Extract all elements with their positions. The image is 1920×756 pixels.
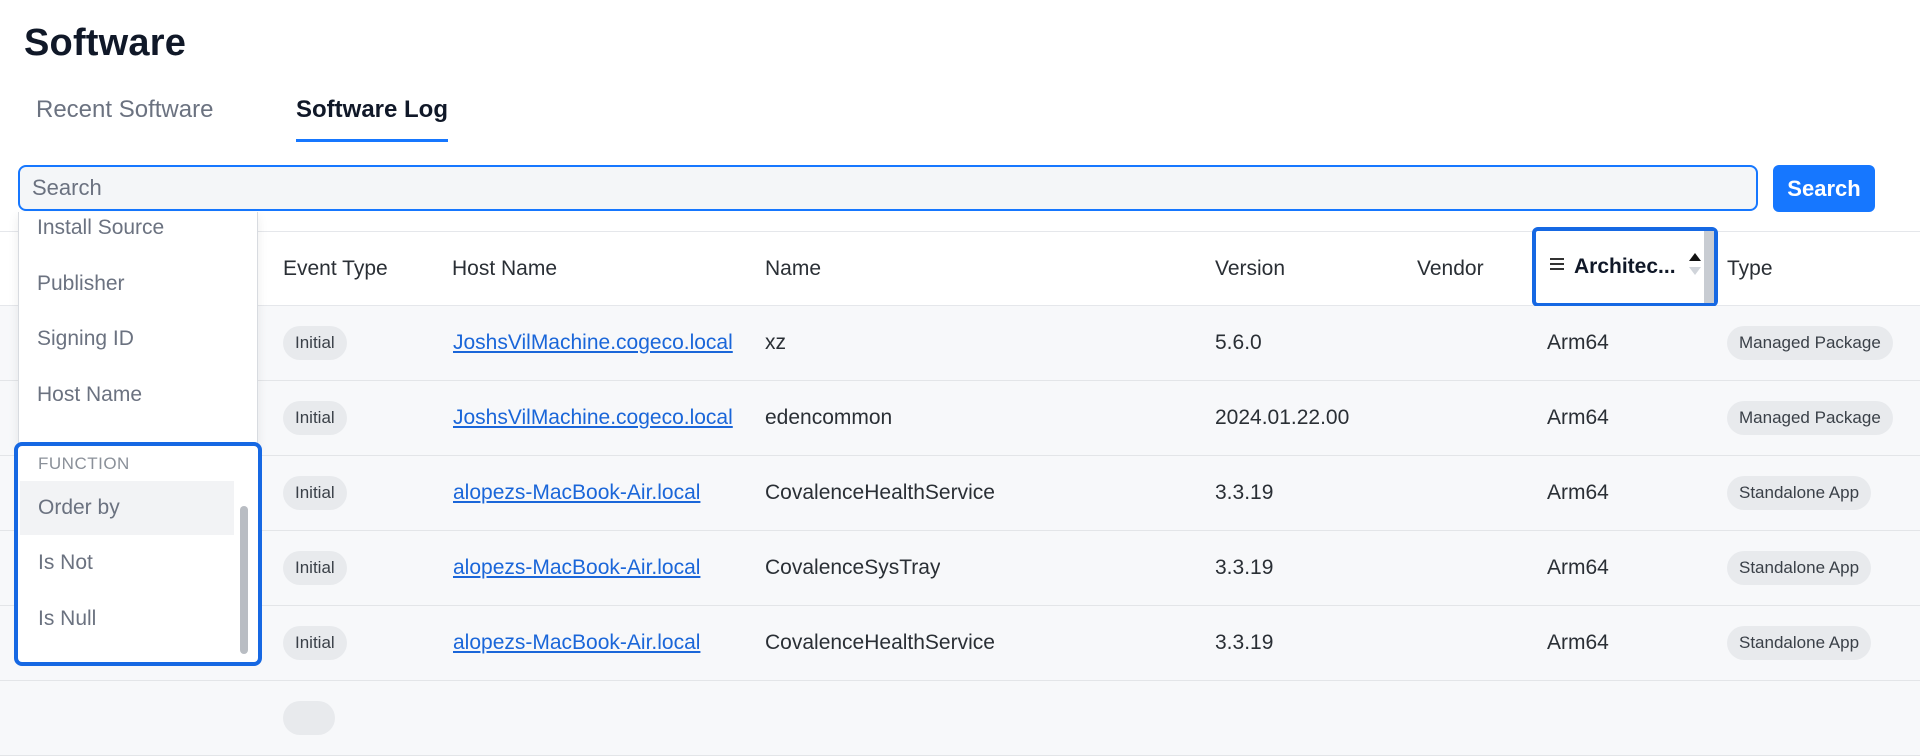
function-item-is-null[interactable]: Is Null bbox=[20, 592, 234, 646]
event-type-badge bbox=[283, 701, 335, 735]
column-header-host-name[interactable]: Host Name bbox=[452, 232, 557, 305]
function-heading: FUNCTION bbox=[38, 454, 130, 473]
version: 5.6.0 bbox=[1215, 331, 1262, 354]
column-header-architecture[interactable]: Architec... bbox=[1532, 227, 1718, 307]
event-type-badge: Initial bbox=[283, 551, 347, 585]
host-name-link[interactable]: alopezs-MacBook-Air.local bbox=[453, 456, 743, 530]
host-name-link[interactable]: alopezs-MacBook-Air.local bbox=[453, 606, 743, 680]
software-name: CovalenceHealthService bbox=[765, 631, 995, 654]
software-name: CovalenceSysTray bbox=[765, 556, 941, 579]
type-badge: Managed Package bbox=[1727, 326, 1893, 360]
sort-icon[interactable] bbox=[1688, 253, 1702, 279]
table-row[interactable]: Initial alopezs-MacBook-Air.local Covale… bbox=[0, 456, 1920, 531]
host-name-link[interactable]: JoshsVilMachine.cogeco.local bbox=[453, 381, 743, 455]
version: 3.3.19 bbox=[1215, 631, 1274, 654]
search-button[interactable]: Search bbox=[1773, 165, 1875, 212]
column-header-architecture-label: Architec... bbox=[1574, 255, 1676, 278]
table-row[interactable] bbox=[0, 681, 1920, 756]
software-name: edencommon bbox=[765, 406, 893, 429]
function-item-is-not[interactable]: Is Not bbox=[20, 536, 234, 590]
architecture: Arm64 bbox=[1547, 631, 1609, 654]
version: 3.3.19 bbox=[1215, 556, 1274, 579]
function-panel: FUNCTION Order by Is Not Is Null bbox=[14, 442, 262, 666]
host-name-link[interactable]: JoshsVilMachine.cogeco.local bbox=[453, 306, 743, 380]
software-name: xz bbox=[765, 331, 786, 354]
event-type-badge: Initial bbox=[283, 626, 347, 660]
architecture: Arm64 bbox=[1547, 481, 1609, 504]
table-row[interactable]: Initial JoshsVilMachine.cogeco.local ede… bbox=[0, 381, 1920, 456]
dropdown-item-host-name[interactable]: Host Name bbox=[37, 383, 142, 407]
table-row[interactable]: Initial alopezs-MacBook-Air.local Covale… bbox=[0, 531, 1920, 606]
autocomplete-dropdown: Install Source Publisher Signing ID Host… bbox=[18, 212, 258, 448]
dropdown-scrollbar[interactable] bbox=[240, 506, 248, 654]
dropdown-item-install-source[interactable]: Install Source bbox=[37, 216, 164, 240]
type-badge: Standalone App bbox=[1727, 476, 1872, 510]
function-item-order-by[interactable]: Order by bbox=[20, 481, 234, 535]
column-header-type[interactable]: Type bbox=[1727, 232, 1773, 305]
host-name-link[interactable]: alopezs-MacBook-Air.local bbox=[453, 531, 743, 605]
version: 2024.01.22.00 bbox=[1215, 406, 1350, 429]
column-header-version[interactable]: Version bbox=[1215, 232, 1285, 305]
architecture: Arm64 bbox=[1547, 556, 1609, 579]
column-header-vendor[interactable]: Vendor bbox=[1417, 232, 1484, 305]
table-row[interactable]: Initial alopezs-MacBook-Air.local Covale… bbox=[0, 606, 1920, 681]
tab-recent-software[interactable]: Recent Software bbox=[36, 92, 213, 142]
column-header-name[interactable]: Name bbox=[765, 232, 821, 305]
event-type-badge: Initial bbox=[283, 326, 347, 360]
page-title: Software bbox=[24, 22, 187, 64]
menu-icon[interactable] bbox=[1550, 258, 1564, 273]
software-name: CovalenceHealthService bbox=[765, 481, 995, 504]
architecture: Arm64 bbox=[1547, 406, 1609, 429]
type-badge: Standalone App bbox=[1727, 551, 1872, 585]
version: 3.3.19 bbox=[1215, 481, 1274, 504]
dropdown-item-signing-id[interactable]: Signing ID bbox=[37, 327, 134, 351]
event-type-badge: Initial bbox=[283, 476, 347, 510]
table-row[interactable]: Initial JoshsVilMachine.cogeco.local xz … bbox=[0, 306, 1920, 381]
event-type-badge: Initial bbox=[283, 401, 347, 435]
tab-software-log[interactable]: Software Log bbox=[296, 92, 449, 142]
column-header-event-type[interactable]: Event Type bbox=[283, 232, 388, 305]
type-badge: Standalone App bbox=[1727, 626, 1872, 660]
type-badge: Managed Package bbox=[1727, 401, 1893, 435]
search-input[interactable] bbox=[18, 165, 1758, 211]
architecture: Arm64 bbox=[1547, 331, 1609, 354]
column-resize-handle[interactable] bbox=[1704, 231, 1714, 303]
dropdown-item-publisher[interactable]: Publisher bbox=[37, 272, 125, 296]
